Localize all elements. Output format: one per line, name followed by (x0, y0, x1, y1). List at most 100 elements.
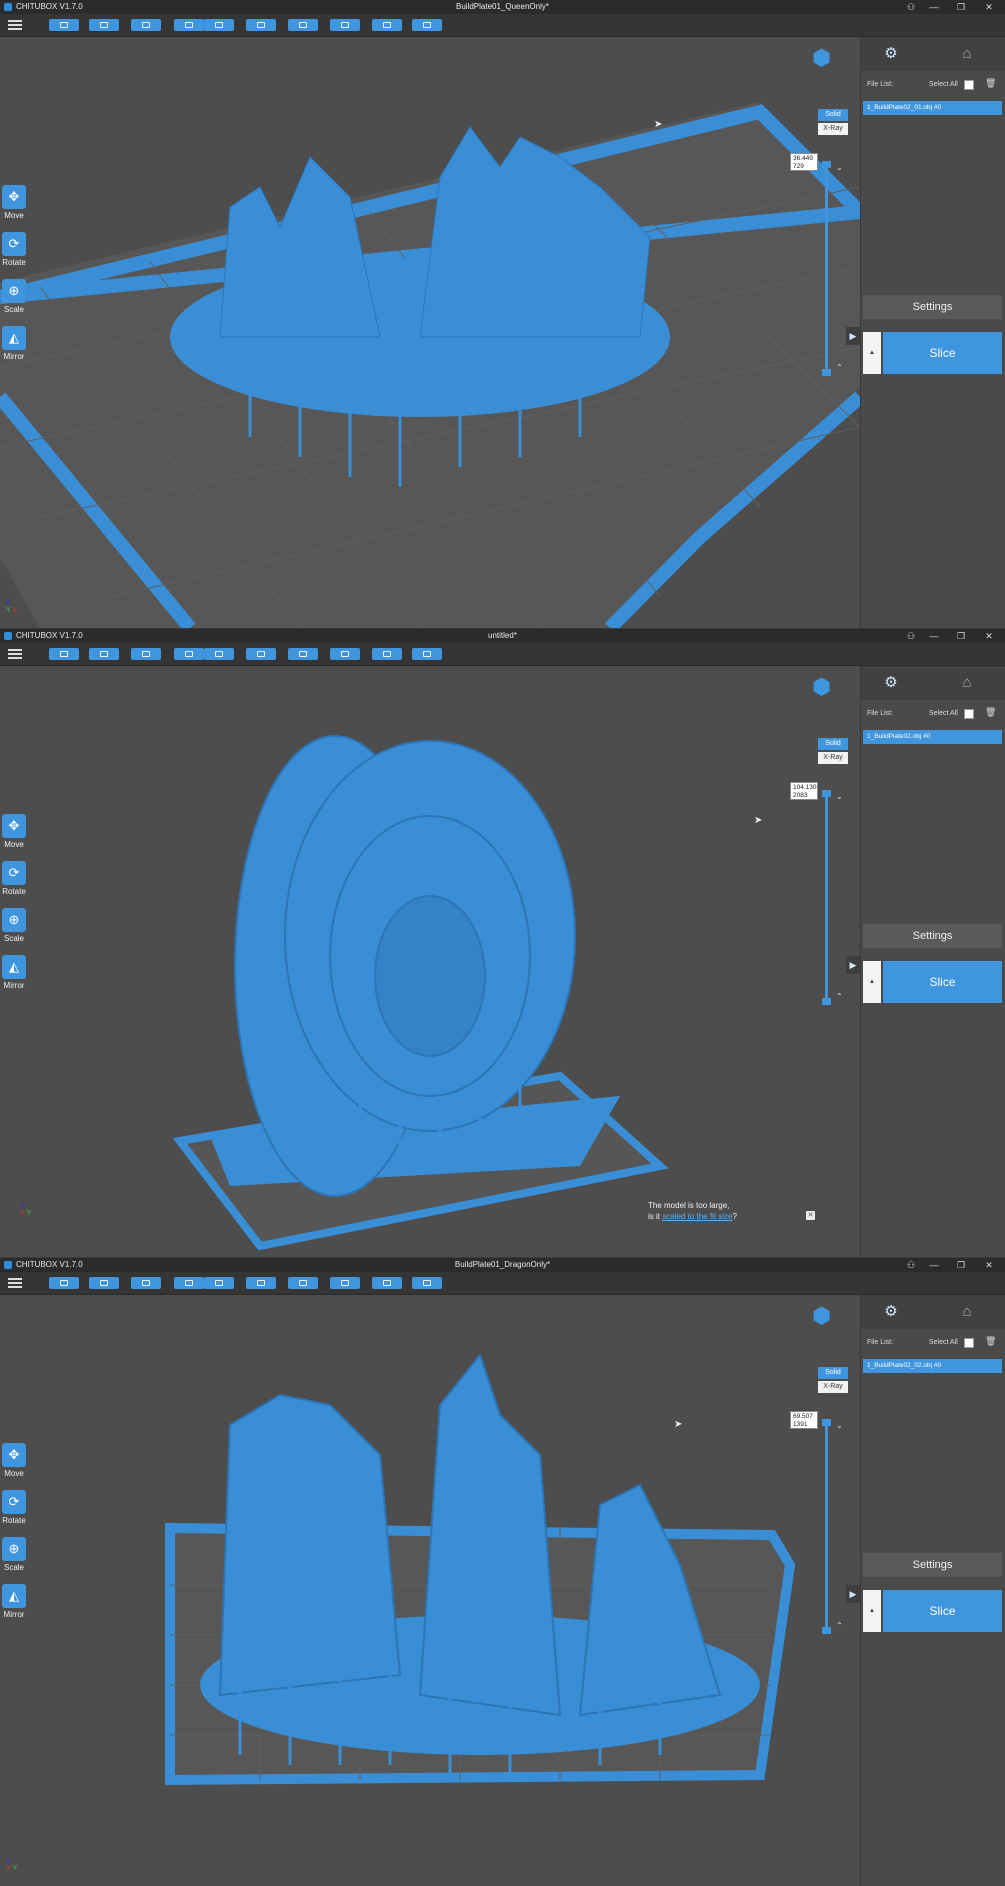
undo-button[interactable] (174, 648, 204, 660)
solid-view-button[interactable]: Solid (818, 109, 848, 121)
slice-options-button[interactable]: ▲ (863, 961, 881, 1003)
settings-tab-icon[interactable]: ⚙ (871, 1301, 911, 1323)
slider-down-icon[interactable]: ⌄ (836, 1421, 843, 1430)
expand-panel-icon[interactable]: ▶ (846, 1585, 860, 1603)
restore-icon[interactable]: ❐ (952, 629, 970, 643)
layer-slider-bottom-handle[interactable] (822, 1627, 831, 1634)
slider-down-icon[interactable]: ⌄ (836, 792, 843, 801)
layer-slider-value[interactable]: 104.130 2083 (790, 782, 818, 800)
layer-slider-value[interactable]: 69.507 1391 (790, 1411, 818, 1429)
minimize-icon[interactable]: — (925, 0, 943, 14)
restore-icon[interactable]: ❐ (952, 1258, 970, 1272)
open-file-button[interactable] (49, 1277, 79, 1289)
scale-tool-button[interactable]: ⊕ Scale (0, 279, 28, 314)
supports-tab-icon[interactable]: ⌂ (947, 43, 987, 65)
solid-view-button[interactable]: Solid (818, 738, 848, 750)
dig-hole-button[interactable] (330, 648, 360, 660)
slice-button[interactable]: Slice (883, 332, 1002, 374)
layer-slider-bottom-handle[interactable] (822, 369, 831, 376)
slider-up-icon[interactable]: ⌃ (836, 1621, 843, 1630)
file-list-item[interactable]: 1_BuildPlate02.obj #0 (863, 730, 1002, 744)
layout-button[interactable] (288, 19, 318, 31)
user-icon[interactable]: ⚇ (902, 0, 920, 14)
mirror-tool-button[interactable]: ◭ Mirror (0, 1584, 28, 1619)
measure-button[interactable] (372, 1277, 402, 1289)
close-icon[interactable]: ✕ (980, 1258, 998, 1272)
xray-view-button[interactable]: X-Ray (818, 123, 848, 135)
layer-slider-top-handle[interactable] (822, 1419, 831, 1426)
select-all-checkbox[interactable] (964, 80, 974, 90)
settings-button[interactable]: Settings (863, 924, 1002, 948)
save-button[interactable] (89, 19, 119, 31)
layer-slider[interactable] (825, 1419, 828, 1631)
minimize-icon[interactable]: — (925, 1258, 943, 1272)
settings-button[interactable]: Settings (863, 1553, 1002, 1577)
measure-button[interactable] (372, 648, 402, 660)
machine-settings-button[interactable] (131, 648, 161, 660)
menu-icon[interactable] (8, 18, 22, 30)
move-tool-button[interactable]: ✥ Move (0, 185, 28, 220)
restore-icon[interactable]: ❐ (952, 0, 970, 14)
3d-viewport[interactable]: ⬢ Solid X-Ray 69.507 1391 ⌄ ⌃ ✥ Move ⟳ Rota… (0, 1295, 860, 1886)
trash-icon[interactable]: 🗑 (985, 78, 996, 89)
view-cube-icon[interactable]: ⬢ (812, 674, 842, 706)
view-cube-icon[interactable]: ⬢ (812, 45, 842, 77)
measure-button[interactable] (372, 19, 402, 31)
hollow-button[interactable] (246, 648, 276, 660)
save-button[interactable] (89, 1277, 119, 1289)
layer-slider[interactable] (825, 790, 828, 1002)
layer-slider-top-handle[interactable] (822, 790, 831, 797)
layout-button[interactable] (288, 648, 318, 660)
plugin-button[interactable] (412, 19, 442, 31)
user-icon[interactable]: ⚇ (902, 1258, 920, 1272)
select-all-checkbox[interactable] (964, 1338, 974, 1348)
slice-options-button[interactable]: ▲ (863, 332, 881, 374)
trash-icon[interactable]: 🗑 (985, 1336, 996, 1347)
plugin-button[interactable] (412, 648, 442, 660)
menu-icon[interactable] (8, 1276, 22, 1288)
move-tool-button[interactable]: ✥ Move (0, 1443, 28, 1478)
file-list-item[interactable]: 1_BuildPlate02_01.obj #0 (863, 101, 1002, 115)
expand-panel-icon[interactable]: ▶ (846, 327, 860, 345)
scale-tool-button[interactable]: ⊕ Scale (0, 1537, 28, 1572)
close-icon[interactable]: ✕ (980, 629, 998, 643)
trash-icon[interactable]: 🗑 (985, 707, 996, 718)
layer-slider-bottom-handle[interactable] (822, 998, 831, 1005)
minimize-icon[interactable]: — (925, 629, 943, 643)
3d-viewport[interactable]: ⬢ Solid X-Ray 104.130 2083 ⌄ ⌃ ✥ Move ⟳ Rot… (0, 666, 860, 1257)
file-list-item[interactable]: 1_BuildPlate02_02.obj #0 (863, 1359, 1002, 1373)
solid-view-button[interactable]: Solid (818, 1367, 848, 1379)
close-icon[interactable]: ✕ (980, 0, 998, 14)
supports-tab-icon[interactable]: ⌂ (947, 672, 987, 694)
slice-button[interactable]: Slice (883, 961, 1002, 1003)
dig-hole-button[interactable] (330, 1277, 360, 1289)
redo-button[interactable] (204, 19, 234, 31)
settings-tab-icon[interactable]: ⚙ (871, 43, 911, 65)
settings-button[interactable]: Settings (863, 295, 1002, 319)
layer-slider-top-handle[interactable] (822, 161, 831, 168)
undo-button[interactable] (174, 19, 204, 31)
layer-slider-value[interactable]: 36.449 729 (790, 153, 818, 171)
undo-button[interactable] (174, 1277, 204, 1289)
supports-tab-icon[interactable]: ⌂ (947, 1301, 987, 1323)
move-tool-button[interactable]: ✥ Move (0, 814, 28, 849)
layer-slider[interactable] (825, 161, 828, 373)
mirror-tool-button[interactable]: ◭ Mirror (0, 955, 28, 990)
dig-hole-button[interactable] (330, 19, 360, 31)
redo-button[interactable] (204, 1277, 234, 1289)
rotate-tool-button[interactable]: ⟳ Rotate (0, 861, 28, 896)
xray-view-button[interactable]: X-Ray (818, 1381, 848, 1393)
open-file-button[interactable] (49, 648, 79, 660)
slice-options-button[interactable]: ▲ (863, 1590, 881, 1632)
hollow-button[interactable] (246, 1277, 276, 1289)
menu-icon[interactable] (8, 647, 22, 659)
scale-to-fit-link[interactable]: scaled to the fit size (662, 1212, 732, 1221)
redo-button[interactable] (204, 648, 234, 660)
view-cube-icon[interactable]: ⬢ (812, 1303, 842, 1335)
scale-tool-button[interactable]: ⊕ Scale (0, 908, 28, 943)
mirror-tool-button[interactable]: ◭ Mirror (0, 326, 28, 361)
slice-button[interactable]: Slice (883, 1590, 1002, 1632)
open-file-button[interactable] (49, 19, 79, 31)
rotate-tool-button[interactable]: ⟳ Rotate (0, 232, 28, 267)
machine-settings-button[interactable] (131, 19, 161, 31)
